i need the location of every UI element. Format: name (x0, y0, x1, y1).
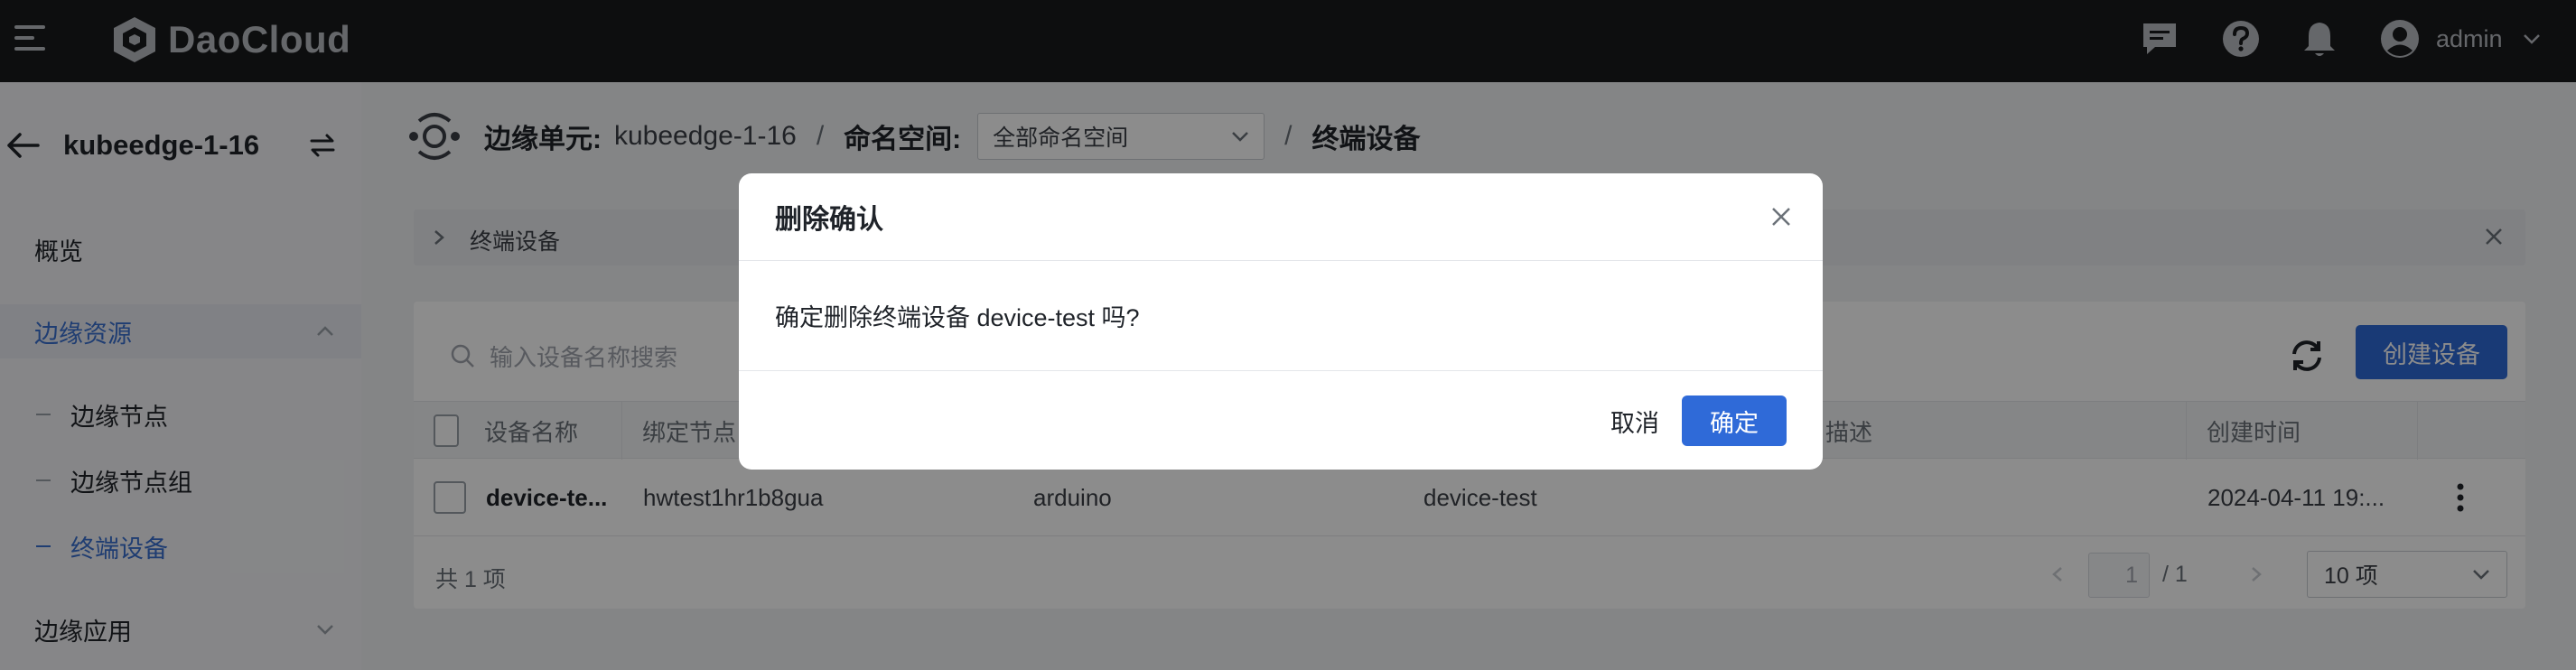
confirm-button[interactable]: 确定 (1682, 395, 1787, 446)
dialog-message: 确定删除终端设备 device-test 吗? (775, 304, 1140, 331)
close-icon[interactable] (1770, 206, 1792, 228)
dialog-title: 删除确认 (775, 205, 883, 235)
divider (739, 370, 1823, 371)
divider (739, 260, 1823, 261)
cancel-button[interactable]: 取消 (1579, 395, 1691, 446)
delete-confirm-dialog: 删除确认 确定删除终端设备 device-test 吗? 取消 确定 (739, 173, 1823, 470)
